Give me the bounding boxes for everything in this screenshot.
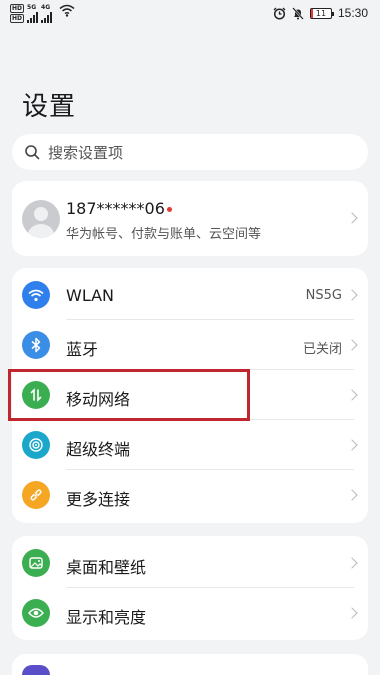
settings-item-more-connections[interactable]: 更多连接: [12, 470, 368, 520]
settings-item-label: 超级终端: [66, 440, 131, 459]
chevron-right-icon: [346, 489, 358, 501]
signal-icon-2: [41, 12, 53, 23]
avatar: [22, 200, 60, 238]
clock: 15:30: [337, 6, 368, 20]
settings-item-wallpaper[interactable]: 桌面和壁纸: [12, 538, 368, 588]
notification-dot: [167, 207, 172, 212]
alarm-icon: [273, 7, 286, 20]
account-name: 187******06: [66, 199, 165, 218]
battery-icon: 11: [309, 7, 334, 19]
settings-item-bluetooth[interactable]: 蓝牙 已关闭: [12, 320, 368, 370]
chevron-right-icon: [346, 289, 358, 301]
chevron-right-icon: [346, 389, 358, 401]
account-card[interactable]: 187******06 华为帐号、付款与账单、云空间等: [12, 181, 368, 256]
chevron-right-icon: [346, 212, 358, 224]
chevron-right-icon: [346, 439, 358, 451]
settings-item-value: 已关闭: [302, 342, 342, 357]
status-bar: HD HD 5G 4G 11 15:30: [0, 0, 380, 28]
next-group: [12, 654, 368, 675]
settings-item-value: NS5G: [305, 288, 342, 303]
page-title: 设置: [22, 92, 77, 122]
chevron-right-icon: [346, 557, 358, 569]
sim1-hd-badge: HD: [10, 4, 25, 13]
wifi-status-icon: [59, 4, 75, 17]
settings-item-wlan[interactable]: WLAN NS5G: [12, 270, 368, 320]
link-icon: [22, 481, 50, 509]
settings-item-label: WLAN: [66, 286, 115, 305]
super-device-icon: [22, 431, 50, 459]
wallpaper-icon: [22, 549, 50, 577]
display-group: 桌面和壁纸 显示和亮度: [12, 536, 368, 640]
chevron-right-icon: [346, 607, 358, 619]
wifi-icon: [22, 281, 50, 309]
highlight-box: [8, 369, 250, 421]
search-icon: [25, 145, 40, 160]
settings-item-label: 更多连接: [66, 490, 131, 509]
settings-item-label: 桌面和壁纸: [66, 558, 147, 577]
eye-icon: [22, 599, 50, 627]
network-type-1: 5G: [27, 4, 37, 11]
settings-item-display-brightness[interactable]: 显示和亮度: [12, 588, 368, 638]
chevron-right-icon: [346, 339, 358, 351]
network-type-2: 4G: [41, 4, 51, 11]
signal-icon: [27, 12, 39, 23]
account-subtitle: 华为帐号、付款与账单、云空间等: [66, 227, 262, 242]
settings-item-super-device[interactable]: 超级终端: [12, 420, 368, 470]
mute-icon: [292, 6, 304, 20]
search-placeholder: 搜索设置项: [48, 143, 124, 162]
bluetooth-icon: [22, 331, 50, 359]
sim2-hd-badge: HD: [10, 14, 25, 23]
search-input[interactable]: 搜索设置项: [12, 134, 368, 170]
settings-item-label: 显示和亮度: [66, 608, 147, 627]
settings-item-label: 蓝牙: [66, 340, 99, 359]
partial-item-icon: [22, 665, 50, 675]
